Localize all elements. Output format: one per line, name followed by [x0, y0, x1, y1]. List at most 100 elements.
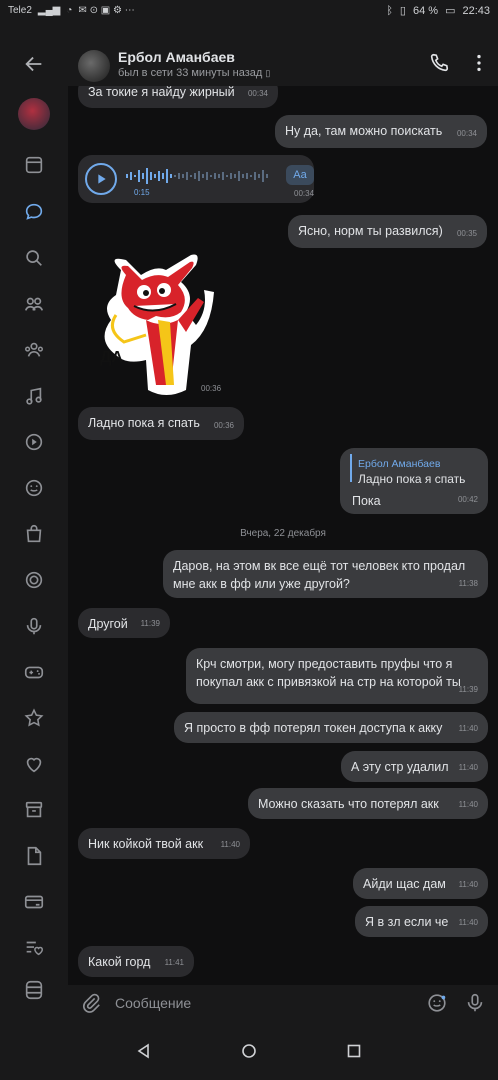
message-time: 11:41 [164, 958, 184, 967]
liked-list-icon[interactable] [22, 936, 46, 960]
message-outgoing[interactable]: Айди щас дам 11:40 [353, 868, 488, 899]
mobile-icon: ▯ [265, 68, 271, 78]
message-text: Ладно пока я спать [88, 416, 200, 430]
favorites-star-icon[interactable] [22, 706, 46, 730]
message-time: 00:36 [201, 384, 222, 393]
friends-icon[interactable] [22, 292, 46, 316]
back-arrow-icon[interactable] [22, 52, 46, 76]
message-text: Айди щас дам [363, 877, 446, 891]
sidebar [0, 22, 68, 1022]
message-time: 11:39 [458, 685, 478, 694]
clock: 22:43 [462, 4, 490, 17]
play-icon[interactable] [85, 163, 117, 195]
message-time: 11:40 [458, 918, 478, 927]
sticker-image: ДА [100, 254, 214, 395]
video-icon[interactable] [22, 430, 46, 454]
message-time: 00:42 [457, 495, 478, 504]
reply-bar [350, 454, 352, 482]
message-incoming[interactable]: Другой 11:39 [78, 608, 170, 638]
home-circle-icon[interactable] [240, 1042, 258, 1060]
profile-avatar[interactable] [18, 98, 50, 130]
voice-duration: 0:15 [134, 188, 150, 197]
reply-text: Ладно пока я спать [358, 472, 466, 486]
contact-name[interactable]: Ербол Аманбаев [118, 49, 235, 65]
message-time: 11:40 [458, 763, 478, 772]
message-time: 00:34 [294, 189, 315, 198]
message-text: Ну да, там можно поискать [285, 124, 443, 138]
message-incoming[interactable]: Ладно пока я спать 00:36 [78, 407, 244, 440]
documents-icon[interactable] [22, 844, 46, 868]
archive-icon[interactable] [22, 798, 46, 822]
message-text: Пока [352, 494, 381, 508]
message-time: 00:36 [213, 421, 234, 430]
system-nav-bar [0, 1022, 498, 1080]
news-icon[interactable] [22, 153, 46, 177]
likes-heart-icon[interactable] [22, 752, 46, 776]
services-menu-icon[interactable] [22, 978, 46, 1002]
message-outgoing-reply[interactable]: Ербол Аманбаев Ладно пока я спать Пока 0… [340, 448, 488, 514]
message-text: Даров, на этом вк все ещё тот человек кт… [173, 559, 466, 591]
message-time: 11:40 [458, 880, 478, 889]
message-time: 11:38 [458, 579, 478, 588]
message-input[interactable]: Сообщение [115, 995, 191, 1011]
message-time: 11:40 [458, 724, 478, 733]
message-outgoing[interactable]: Я просто в фф потерял токен доступа к ак… [174, 712, 488, 743]
clips-icon[interactable] [22, 568, 46, 592]
message-outgoing[interactable]: Ясно, норм ты развился) 00:35 [288, 215, 487, 248]
message-incoming[interactable]: Ник койкой твой акк 11:40 [78, 828, 250, 859]
podcasts-icon[interactable] [22, 614, 46, 638]
message-time: 11:40 [458, 800, 478, 809]
emoji-icon[interactable] [426, 992, 448, 1014]
sticker[interactable]: ДА 00:36 [86, 250, 231, 398]
message-time: 00:35 [456, 229, 477, 238]
battery-icon: ▭ [445, 5, 456, 17]
messages-icon[interactable] [22, 200, 46, 224]
waveform[interactable] [124, 167, 274, 185]
attach-paperclip-icon[interactable] [80, 992, 102, 1014]
recents-square-icon[interactable] [345, 1042, 363, 1060]
back-triangle-icon[interactable] [135, 1042, 153, 1060]
date-separator: Вчера, 22 декабря [240, 528, 326, 539]
payments-icon[interactable] [22, 890, 46, 914]
message-text: Другой [88, 617, 128, 631]
message-text: А эту стр удалил [351, 760, 449, 774]
games-icon[interactable] [22, 660, 46, 684]
call-icon[interactable] [428, 52, 450, 74]
chat-area[interactable]: За токие я найду жирный 00:34 Ербол Аман… [68, 22, 498, 1022]
transcribe-button[interactable]: Aa [286, 165, 314, 185]
more-options-icon[interactable] [468, 52, 490, 74]
message-composer: Сообщение [68, 985, 498, 1022]
message-outgoing[interactable]: Ну да, там можно поискать 00:34 [275, 115, 487, 148]
message-text: Крч смотри, могу предоставить пруфы что … [196, 657, 461, 689]
message-incoming[interactable]: Какой горд 11:41 [78, 946, 194, 977]
message-outgoing[interactable]: А эту стр удалил 11:40 [341, 751, 488, 782]
message-text: Какой горд [88, 955, 151, 969]
wifi-icon: ◔ [66, 5, 73, 16]
market-icon[interactable] [22, 522, 46, 546]
communities-icon[interactable] [22, 338, 46, 362]
search-icon[interactable] [22, 246, 46, 270]
contact-status: был в сети 33 минуты назад ▯ [118, 67, 271, 79]
status-bar: Tele2 ▂▄▆ ◔ ✉ ⊙ ▣ ⚙ ⋯ ᛒ ▯ 64 % ▭ 22:43 [0, 0, 498, 22]
message-time: 00:34 [456, 129, 477, 138]
signal-icon: ▂▄▆ [37, 5, 61, 16]
stickers-icon[interactable] [22, 476, 46, 500]
message-outgoing[interactable]: Можно сказать что потерял акк 11:40 [248, 788, 488, 819]
message-outgoing[interactable]: Я в зл если че 11:40 [355, 906, 488, 937]
battery-label: 64 % [412, 4, 439, 17]
music-icon[interactable] [22, 384, 46, 408]
message-text: Я в зл если че [365, 915, 449, 929]
message-outgoing[interactable]: Крч смотри, могу предоставить пруфы что … [186, 648, 488, 704]
message-time: 11:40 [220, 840, 240, 849]
voice-message[interactable]: 0:15 Aa 00:34 [78, 155, 314, 203]
message-text: Ник койкой твой акк [88, 837, 204, 851]
notification-icons: ✉ ⊙ ▣ ⚙ ⋯ [78, 5, 135, 16]
vibrate-icon: ▯ [399, 5, 406, 17]
message-text: Ясно, норм ты развился) [298, 224, 443, 238]
microphone-icon[interactable] [464, 992, 486, 1014]
message-outgoing[interactable]: Даров, на этом вк все ещё тот человек кт… [163, 550, 488, 598]
message-time: 00:34 [247, 89, 268, 98]
contact-avatar[interactable] [78, 50, 110, 82]
message-text: За токие я найду жирный [88, 85, 235, 99]
carrier-label: Tele2 [8, 5, 32, 16]
